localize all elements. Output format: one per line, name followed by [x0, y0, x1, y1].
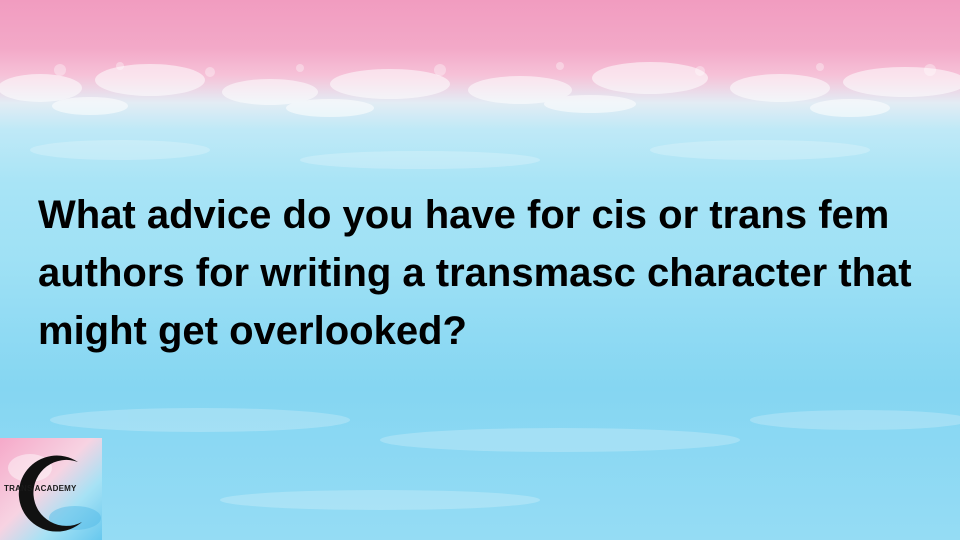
slide: What advice do you have for cis or trans… — [0, 0, 960, 540]
question-text: What advice do you have for cis or trans… — [38, 193, 912, 353]
trans-academy-logo: TRANS ACADEMY — [0, 438, 102, 540]
logo-text: TRANS ACADEMY — [4, 484, 77, 493]
